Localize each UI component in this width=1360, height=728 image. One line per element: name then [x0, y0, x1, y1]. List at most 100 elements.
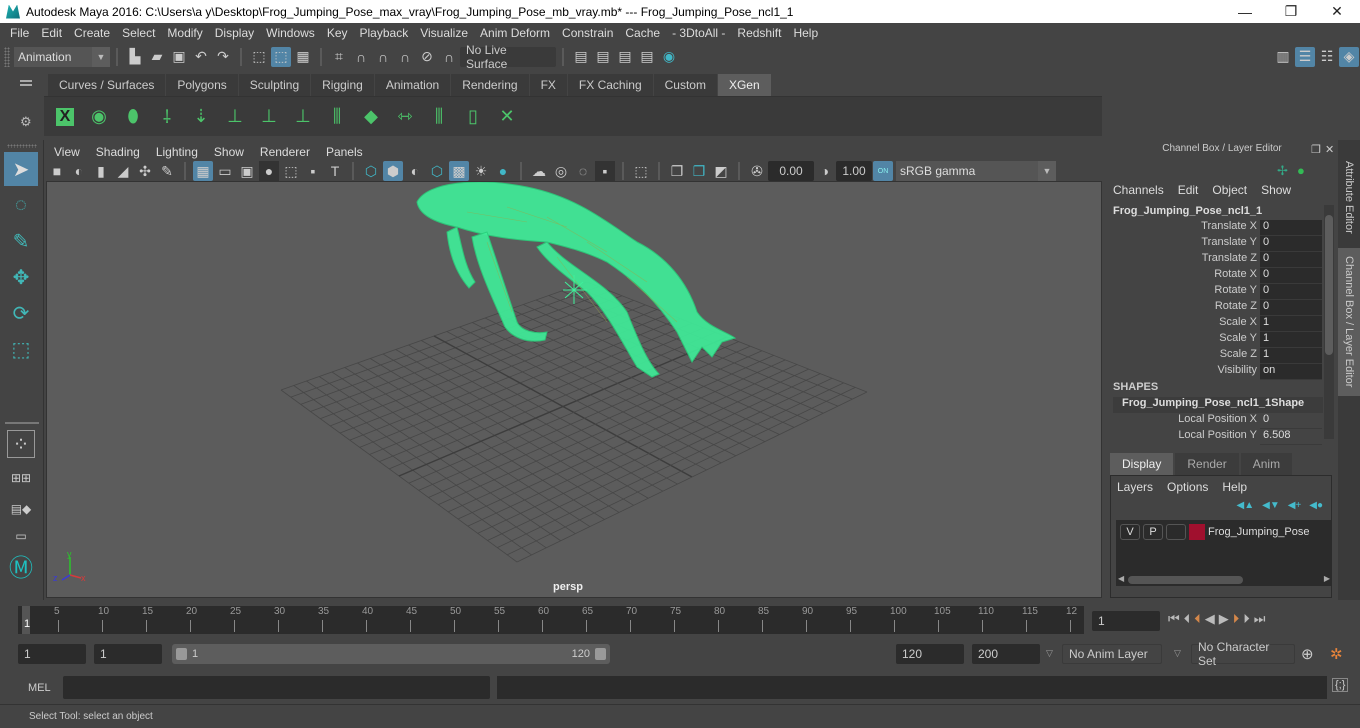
script-editor-icon[interactable]: {;}: [1332, 678, 1349, 692]
save-scene-icon[interactable]: ▣: [169, 47, 189, 67]
film-gate-icon[interactable]: ▭: [215, 161, 235, 181]
scale-tool-icon[interactable]: ⬚: [4, 332, 38, 366]
go-to-end-icon[interactable]: ⏭: [1254, 611, 1266, 627]
anim-layer-dropdown[interactable]: No Anim Layer: [1062, 644, 1162, 664]
grip-handle[interactable]: [7, 144, 37, 148]
grid-icon[interactable]: ▦: [193, 161, 213, 181]
add-guide-icon[interactable]: ⊥: [218, 100, 252, 134]
shelf-tab-fx[interactable]: FX: [529, 74, 567, 96]
channel-value[interactable]: 0: [1260, 284, 1322, 300]
graph-layout-icon[interactable]: ▭: [4, 526, 38, 546]
tool-settings-icon[interactable]: ☷: [1317, 47, 1337, 67]
channel-label[interactable]: Local Position X: [1110, 413, 1260, 429]
layer-menu-help[interactable]: Help: [1222, 480, 1247, 494]
move-tool-icon[interactable]: ✥: [4, 260, 38, 294]
viewport-persp[interactable]: y x z persp: [46, 181, 1102, 598]
paint-select-tool-icon[interactable]: ✎: [4, 224, 38, 258]
guide-splines-icon[interactable]: ⫼: [320, 100, 354, 134]
anti-aliasing-icon[interactable]: ◌: [573, 161, 593, 181]
camera-icon[interactable]: ■: [47, 161, 67, 181]
smooth-shade-icon[interactable]: ⬢: [383, 161, 403, 181]
scrollbar-thumb[interactable]: [1128, 576, 1243, 584]
screen-space-ao-icon[interactable]: ☁: [529, 161, 549, 181]
play-forwards-icon[interactable]: ▶: [1219, 611, 1229, 627]
menu-display[interactable]: Display: [209, 26, 260, 40]
menu-key[interactable]: Key: [321, 26, 354, 40]
shelf-settings-gear-icon[interactable]: ⚙: [20, 114, 32, 130]
object-name[interactable]: Frog_Jumping_Pose_ncl1_1: [1113, 205, 1262, 217]
channel-label[interactable]: Rotate Y: [1110, 284, 1260, 300]
add-guides-icon[interactable]: ⸸: [150, 100, 184, 134]
playback-end-field[interactable]: 120: [896, 644, 964, 664]
restore-button[interactable]: ❐: [1268, 0, 1314, 23]
viewport-menu-view[interactable]: View: [46, 145, 88, 159]
channel-box-scrollbar[interactable]: [1324, 205, 1334, 439]
range-end-handle[interactable]: [595, 648, 606, 660]
exposure-icon[interactable]: ✇: [747, 161, 767, 181]
channel-label[interactable]: Visibility: [1110, 364, 1260, 380]
playback-start-field[interactable]: 1: [94, 644, 162, 664]
channel-label[interactable]: Local Position Y: [1110, 429, 1260, 445]
character-set-chevron-icon[interactable]: ▽: [1174, 648, 1181, 659]
snap-curve-icon[interactable]: ∩: [351, 47, 371, 67]
close-panel-icon[interactable]: ✕: [1325, 143, 1334, 156]
range-start-handle[interactable]: [176, 648, 187, 660]
animation-preferences-icon[interactable]: ✲: [1330, 645, 1343, 663]
xray-joints-icon[interactable]: ❐: [667, 161, 687, 181]
shape-channel-row[interactable]: Local Position Y 6.508: [1110, 429, 1322, 445]
menu-3dtoall[interactable]: - 3DtoAll -: [666, 26, 731, 40]
resolution-gate-icon[interactable]: ▣: [237, 161, 257, 181]
move-layer-down-icon[interactable]: ◀▼: [1262, 500, 1280, 511]
xgen-editor-icon[interactable]: X: [48, 100, 82, 134]
layer-menu-layers[interactable]: Layers: [1117, 480, 1153, 494]
play-backwards-icon[interactable]: ◀: [1205, 611, 1215, 627]
select-tool-icon[interactable]: ➤: [4, 152, 38, 186]
channel-row[interactable]: Rotate Y0: [1110, 284, 1322, 300]
cb-menu-show[interactable]: Show: [1254, 183, 1298, 201]
undo-icon[interactable]: ↶: [191, 47, 211, 67]
select-component-icon[interactable]: ▦: [293, 47, 313, 67]
four-view-layout-icon[interactable]: ⊞⊞: [4, 464, 38, 492]
step-forward-frame-icon[interactable]: ⏵: [1243, 611, 1250, 627]
place-guides-icon[interactable]: ⇣: [184, 100, 218, 134]
move-layer-up-icon[interactable]: ◀▲: [1237, 500, 1255, 511]
float-panel-icon[interactable]: ❐: [1311, 143, 1321, 156]
anim-layer-chevron-icon[interactable]: ▽: [1046, 648, 1053, 659]
scroll-right-icon[interactable]: ▶: [1324, 574, 1330, 583]
snap-point-icon[interactable]: ∩: [373, 47, 393, 67]
viewport-menu-lighting[interactable]: Lighting: [148, 145, 206, 159]
backface-culling-icon[interactable]: ◩: [711, 161, 731, 181]
auto-key-icon[interactable]: ⊕: [1301, 645, 1314, 663]
layer-hscrollbar[interactable]: ◀ ▶: [1116, 574, 1332, 586]
xray-active-icon[interactable]: ❐: [689, 161, 709, 181]
maya-m-logo-icon[interactable]: Ⓜ: [4, 548, 38, 582]
character-set-dropdown[interactable]: No Character Set: [1191, 640, 1295, 668]
command-input[interactable]: [63, 676, 490, 699]
channel-value[interactable]: 0: [1260, 413, 1322, 429]
safe-title-icon[interactable]: T: [325, 161, 345, 181]
select-object-icon[interactable]: ⬚: [271, 46, 291, 67]
minimize-button[interactable]: —: [1222, 0, 1268, 23]
shape-name[interactable]: Frog_Jumping_Pose_ncl1_1Shape: [1113, 397, 1323, 413]
menu-cache[interactable]: Cache: [619, 26, 666, 40]
menu-visualize[interactable]: Visualize: [414, 26, 474, 40]
isolate-select-icon[interactable]: ⬚: [631, 161, 651, 181]
grease-pencil-icon[interactable]: ✎: [157, 161, 177, 181]
current-frame-field[interactable]: 1: [1092, 611, 1160, 631]
channel-row[interactable]: Visibility on: [1110, 364, 1322, 380]
channel-label[interactable]: Translate X: [1110, 220, 1260, 236]
step-back-key-icon[interactable]: ⏴: [1194, 611, 1201, 627]
layer-tab-render[interactable]: Render: [1175, 453, 1239, 475]
menu-anim-deform[interactable]: Anim Deform: [474, 26, 556, 40]
channel-value[interactable]: 1: [1260, 348, 1322, 364]
wireframe-on-shaded-icon[interactable]: ◐: [405, 161, 425, 181]
channel-row[interactable]: Translate X0: [1110, 220, 1322, 236]
depth-of-field-icon[interactable]: ▪: [595, 161, 615, 181]
channel-value[interactable]: 0: [1260, 268, 1322, 284]
live-surface-field[interactable]: No Live Surface: [460, 43, 556, 71]
outliner-layout-icon[interactable]: ▤◆: [4, 494, 38, 524]
channel-value[interactable]: 0: [1260, 252, 1322, 268]
new-scene-icon[interactable]: ▙: [125, 47, 145, 67]
viewport-menu-shading[interactable]: Shading: [88, 145, 148, 159]
select-guides-icon[interactable]: ⫼: [422, 100, 456, 134]
